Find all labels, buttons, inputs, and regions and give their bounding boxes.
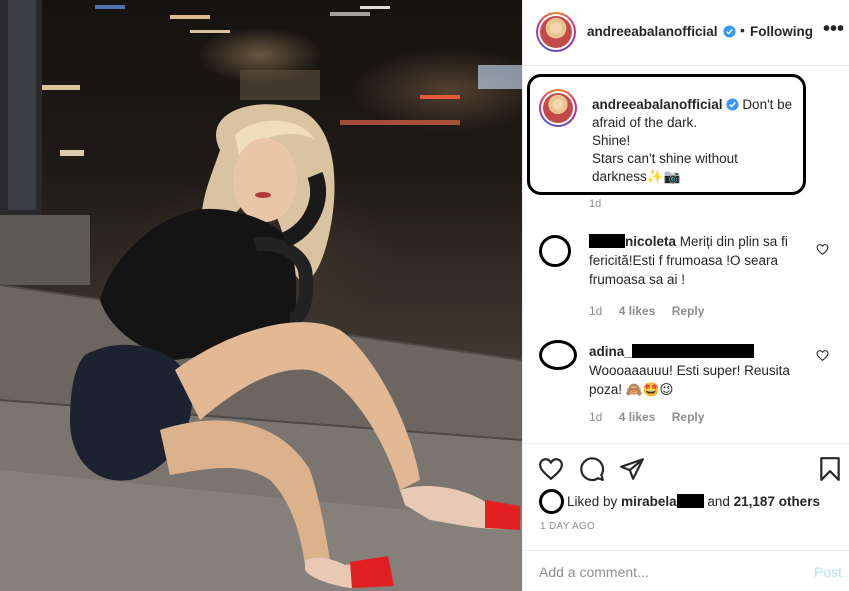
comment-text: frumoasa sa ai ! — [589, 272, 686, 287]
comment-time[interactable]: 1d — [589, 304, 602, 318]
comment-meta: 1d 4 likes Reply — [589, 304, 717, 318]
caption-line: afraid of the dark. — [592, 115, 698, 130]
comment-text: poza! 🙈🤩😉 — [589, 382, 674, 397]
post-sidebar: andreeabalanofficial • Following ••• and… — [522, 0, 849, 591]
comment-time[interactable]: 1d — [589, 410, 602, 424]
bookmark-icon[interactable] — [817, 456, 843, 482]
likes-summary: Liked by mirabela and 21,187 others — [537, 489, 847, 515]
caption-username[interactable]: andreeabalanofficial — [592, 97, 723, 112]
caption-line: Shine! — [592, 133, 631, 148]
comment-body: adina_ Woooaaauuu! Esti super! Reusita p… — [589, 342, 809, 399]
author-avatar[interactable] — [536, 12, 576, 52]
likes-prefix: Liked by — [567, 494, 618, 509]
post-header: andreeabalanofficial • Following ••• — [523, 0, 849, 66]
comment-like-heart-icon[interactable] — [816, 349, 829, 362]
comment-likes[interactable]: 4 likes — [619, 410, 656, 424]
comment-like-heart-icon[interactable] — [816, 243, 829, 256]
photo-illustration — [0, 0, 522, 591]
likes-count[interactable]: 21,187 others — [734, 494, 820, 509]
caption-line: Stars can't shine without — [592, 151, 738, 166]
redacted-username-mark — [589, 234, 625, 248]
comment-body: nicoleta Meriți din plin sa fi fericită!… — [589, 232, 809, 289]
commenter-avatar[interactable] — [539, 340, 577, 370]
caption-line: Don't be — [742, 97, 793, 112]
following-button[interactable]: Following — [750, 24, 813, 39]
redacted-username-mark — [676, 494, 704, 508]
post-photo[interactable] — [0, 0, 522, 591]
caption-timestamp[interactable]: 1d — [589, 198, 601, 210]
likes-and: and — [707, 494, 730, 509]
comment-likes[interactable]: 4 likes — [619, 304, 656, 318]
author-username[interactable]: andreeabalanofficial — [587, 24, 718, 39]
post-comment-button[interactable]: Post — [814, 564, 842, 580]
instagram-post-modal: andreeabalanofficial • Following ••• and… — [0, 0, 849, 591]
caption-author-avatar[interactable] — [539, 89, 577, 127]
comment-meta: 1d 4 likes Reply — [589, 410, 717, 424]
separator-dot: • — [740, 22, 745, 38]
comment-text: fericită!Esti f frumoasa !O seara — [589, 253, 779, 268]
comment-text: Woooaaauuu! Esti super! Reusita — [589, 363, 790, 378]
commenter-avatar[interactable] — [539, 235, 571, 267]
verified-badge-icon — [723, 25, 736, 38]
more-icon[interactable]: ••• — [823, 19, 844, 39]
reply-button[interactable]: Reply — [672, 410, 705, 424]
comment-icon[interactable] — [579, 456, 605, 482]
caption: andreeabalanofficial Don't be afraid of … — [592, 96, 802, 186]
caption-highlight-box: andreeabalanofficial Don't be afraid of … — [527, 74, 806, 195]
comment-username[interactable]: nicoleta — [625, 234, 676, 249]
liker-username[interactable]: mirabela — [621, 494, 677, 509]
redacted-username-mark — [631, 344, 754, 358]
caption-line: darkness✨📷 — [592, 169, 681, 184]
comment-item: nicoleta Meriți din plin sa fi fericită!… — [523, 232, 849, 332]
comment-text: Meriți din plin sa fi — [679, 234, 788, 249]
add-comment-bar: Post — [523, 550, 849, 591]
verified-badge-icon — [726, 98, 739, 111]
share-icon[interactable] — [619, 456, 645, 482]
post-time-ago[interactable]: 1 DAY AGO — [540, 521, 595, 532]
liker-avatar[interactable] — [539, 489, 564, 514]
comment-item: adina_ Woooaaauuu! Esti super! Reusita p… — [523, 340, 849, 440]
comment-input[interactable] — [539, 561, 789, 583]
reply-button[interactable]: Reply — [672, 304, 705, 318]
heart-icon[interactable] — [538, 456, 564, 482]
likes-text: Liked by mirabela and 21,187 others — [567, 494, 820, 509]
comment-username[interactable]: adina_ — [589, 344, 632, 359]
